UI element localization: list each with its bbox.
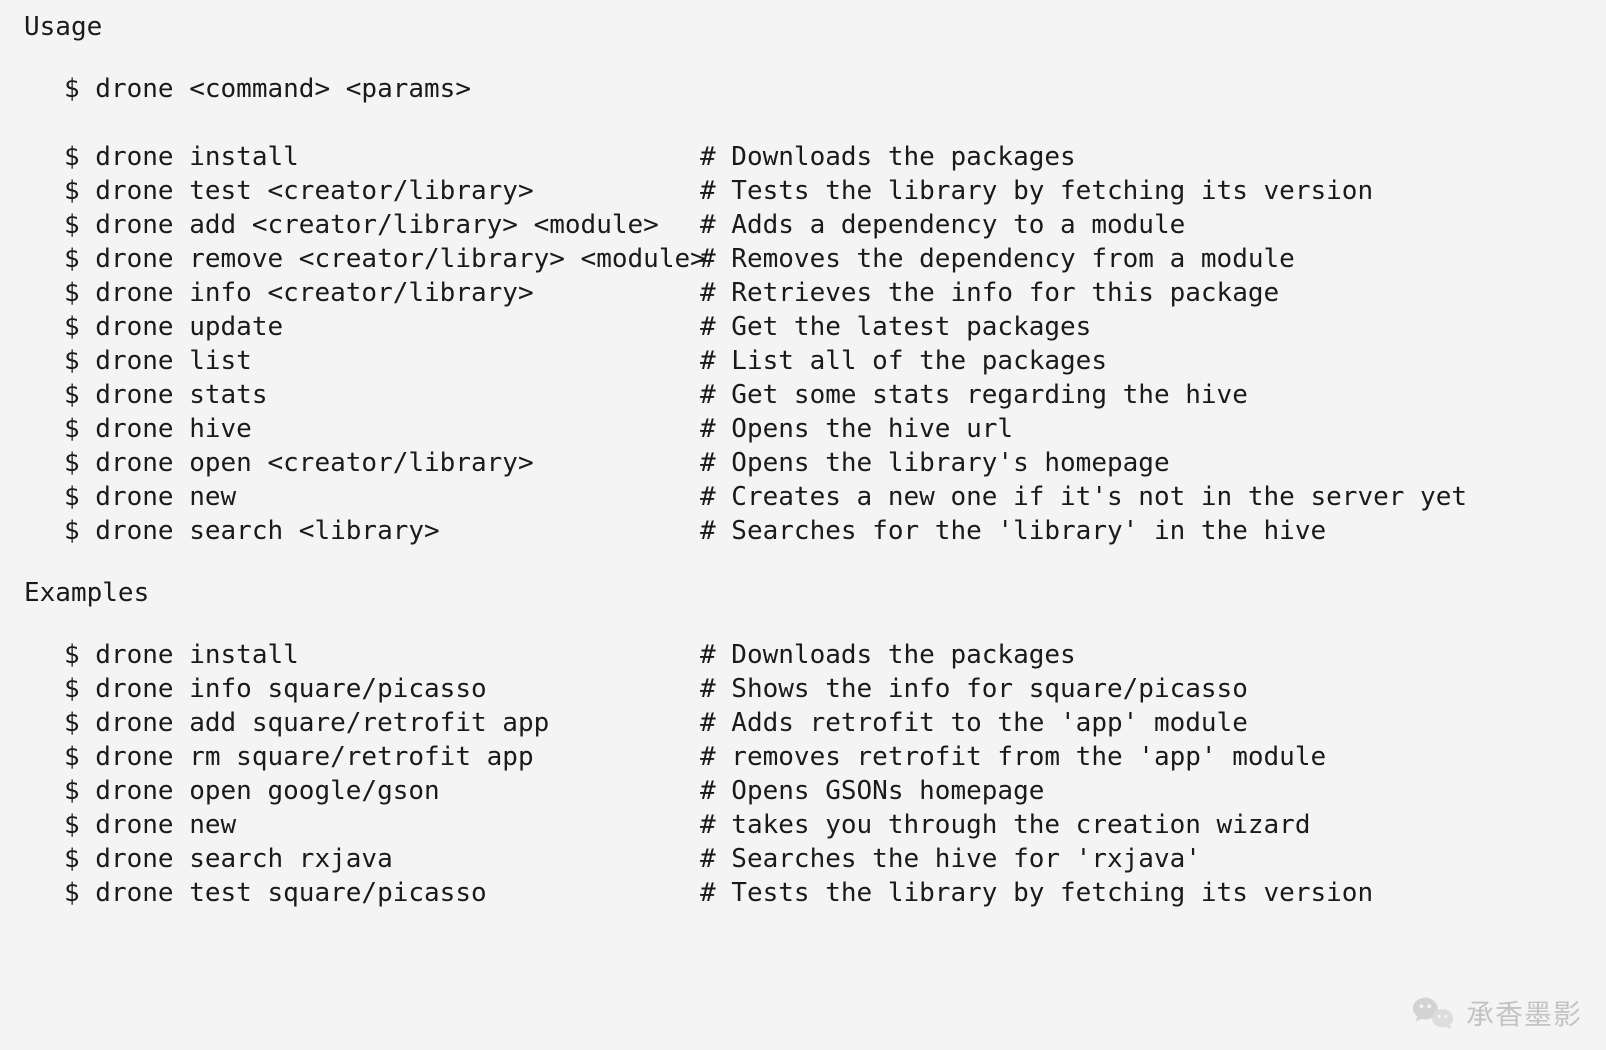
- examples-comment: # Tests the library by fetching its vers…: [700, 880, 1582, 906]
- usage-command: $ drone install: [64, 144, 700, 170]
- usage-command: $ drone hive: [64, 416, 700, 442]
- examples-comment: # Opens GSONs homepage: [700, 778, 1582, 804]
- usage-row: $ drone update# Get the latest packages: [64, 310, 1582, 344]
- examples-command: $ drone install: [64, 642, 700, 668]
- usage-row: $ drone test <creator/library># Tests th…: [64, 174, 1582, 208]
- usage-row: $ drone info <creator/library># Retrieve…: [64, 276, 1582, 310]
- examples-row: $ drone search rxjava# Searches the hive…: [64, 842, 1582, 876]
- usage-intro-row: $ drone <command> <params>: [64, 72, 1582, 106]
- watermark: 承香墨影: [1410, 990, 1582, 1036]
- examples-command: $ drone new: [64, 812, 700, 838]
- examples-row: $ drone install# Downloads the packages: [64, 638, 1582, 672]
- examples-comment: # Shows the info for square/picasso: [700, 676, 1582, 702]
- wechat-icon: [1410, 990, 1456, 1036]
- usage-command: $ drone search <library>: [64, 518, 700, 544]
- usage-comment: # Get some stats regarding the hive: [700, 382, 1582, 408]
- usage-row: $ drone remove <creator/library> <module…: [64, 242, 1582, 276]
- usage-comment: # Tests the library by fetching its vers…: [700, 178, 1582, 204]
- examples-command: $ drone rm square/retrofit app: [64, 744, 700, 770]
- examples-command: $ drone search rxjava: [64, 846, 700, 872]
- usage-row: $ drone stats# Get some stats regarding …: [64, 378, 1582, 412]
- usage-command: $ drone add <creator/library> <module>: [64, 212, 700, 238]
- usage-command: $ drone test <creator/library>: [64, 178, 700, 204]
- usage-command: $ drone open <creator/library>: [64, 450, 700, 476]
- examples-row: $ drone open google/gson# Opens GSONs ho…: [64, 774, 1582, 808]
- usage-command: $ drone new: [64, 484, 700, 510]
- examples-row: $ drone rm square/retrofit app# removes …: [64, 740, 1582, 774]
- usage-row: $ drone search <library># Searches for t…: [64, 514, 1582, 548]
- examples-rows: $ drone install# Downloads the packages$…: [64, 638, 1582, 910]
- examples-row: $ drone info square/picasso# Shows the i…: [64, 672, 1582, 706]
- usage-comment: # Opens the hive url: [700, 416, 1582, 442]
- examples-command: $ drone info square/picasso: [64, 676, 700, 702]
- examples-command: $ drone test square/picasso: [64, 880, 700, 906]
- usage-comment: # List all of the packages: [700, 348, 1582, 374]
- usage-row: $ drone add <creator/library> <module># …: [64, 208, 1582, 242]
- usage-row: $ drone list# List all of the packages: [64, 344, 1582, 378]
- usage-row: $ drone open <creator/library># Opens th…: [64, 446, 1582, 480]
- usage-command: $ drone remove <creator/library> <module…: [64, 246, 700, 272]
- examples-row: $ drone add square/retrofit app# Adds re…: [64, 706, 1582, 740]
- usage-row: $ drone hive# Opens the hive url: [64, 412, 1582, 446]
- watermark-text: 承香墨影: [1466, 993, 1582, 1033]
- examples-command: $ drone add square/retrofit app: [64, 710, 700, 736]
- examples-row: $ drone test square/picasso# Tests the l…: [64, 876, 1582, 910]
- usage-row: $ drone install# Downloads the packages: [64, 140, 1582, 174]
- usage-command: $ drone info <creator/library>: [64, 280, 700, 306]
- usage-heading: Usage: [24, 14, 1582, 40]
- usage-rows: $ drone install# Downloads the packages$…: [64, 140, 1582, 548]
- examples-comment: # Downloads the packages: [700, 642, 1582, 668]
- examples-comment: # removes retrofit from the 'app' module: [700, 744, 1582, 770]
- help-text-page: Usage $ drone <command> <params> $ drone…: [0, 0, 1606, 962]
- usage-comment: # Opens the library's homepage: [700, 450, 1582, 476]
- usage-comment: # Retrieves the info for this package: [700, 280, 1582, 306]
- blank-line: [64, 106, 1582, 140]
- usage-comment: # Get the latest packages: [700, 314, 1582, 340]
- usage-command: $ drone stats: [64, 382, 700, 408]
- examples-comment: # takes you through the creation wizard: [700, 812, 1582, 838]
- examples-block: $ drone install# Downloads the packages$…: [64, 638, 1582, 910]
- examples-comment: # Adds retrofit to the 'app' module: [700, 710, 1582, 736]
- usage-comment: # Downloads the packages: [700, 144, 1582, 170]
- usage-intro-text: $ drone <command> <params>: [64, 76, 700, 102]
- usage-command: $ drone update: [64, 314, 700, 340]
- usage-row: $ drone new# Creates a new one if it's n…: [64, 480, 1582, 514]
- usage-comment: # Creates a new one if it's not in the s…: [700, 484, 1582, 510]
- usage-block: $ drone <command> <params> $ drone insta…: [64, 72, 1582, 548]
- examples-heading: Examples: [24, 580, 1582, 606]
- usage-comment: # Removes the dependency from a module: [700, 246, 1582, 272]
- examples-comment: # Searches the hive for 'rxjava': [700, 846, 1582, 872]
- examples-command: $ drone open google/gson: [64, 778, 700, 804]
- usage-comment: # Searches for the 'library' in the hive: [700, 518, 1582, 544]
- usage-command: $ drone list: [64, 348, 700, 374]
- examples-row: $ drone new# takes you through the creat…: [64, 808, 1582, 842]
- usage-comment: # Adds a dependency to a module: [700, 212, 1582, 238]
